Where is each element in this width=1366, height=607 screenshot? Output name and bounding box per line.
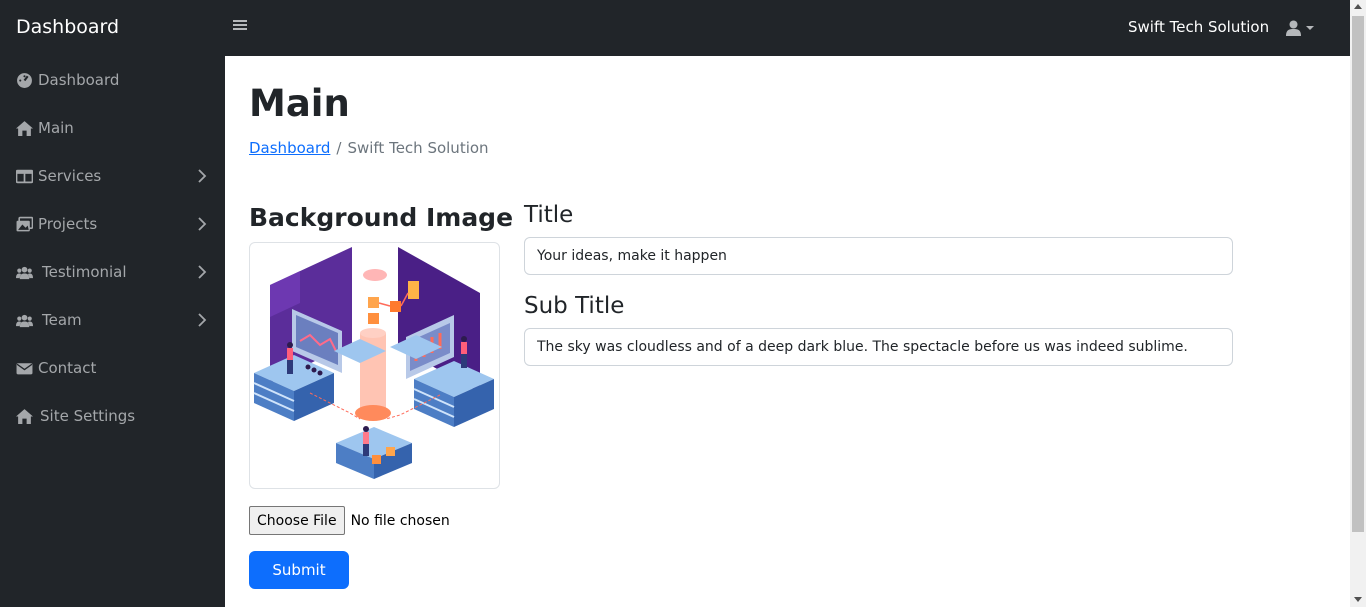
choose-file-button[interactable]: Choose File <box>249 506 345 535</box>
home-icon <box>16 121 33 136</box>
top-navbar: Dashboard Swift Tech Solution <box>0 0 1350 56</box>
sidebar-item-services[interactable]: Services <box>0 154 225 198</box>
user-dropdown[interactable] <box>1286 17 1314 39</box>
images-icon <box>16 216 33 232</box>
chevron-right-icon <box>198 169 207 183</box>
breadcrumb-separator: / <box>336 139 342 157</box>
home-icon <box>16 409 33 424</box>
page-title: Main <box>249 82 350 125</box>
sidebar-item-label: Team <box>42 311 82 329</box>
subtitle-input[interactable] <box>524 328 1233 366</box>
page-scrollbar[interactable] <box>1350 0 1366 607</box>
sidebar-item-dashboard[interactable]: Dashboard <box>0 58 225 102</box>
sidebar-item-label: Main <box>38 119 74 137</box>
chevron-right-icon <box>198 265 207 279</box>
envelope-icon <box>16 363 33 375</box>
chevron-right-icon <box>198 313 207 327</box>
users-icon <box>16 314 33 328</box>
scroll-down-arrow-icon[interactable] <box>1354 597 1362 602</box>
sidebar: Dashboard Main Services Projects Testimo… <box>0 56 225 607</box>
user-icon <box>1286 20 1301 36</box>
sidebar-item-main[interactable]: Main <box>0 106 225 150</box>
title-input[interactable] <box>524 237 1233 275</box>
sidebar-item-label: Services <box>38 167 102 185</box>
sidebar-item-contact[interactable]: Contact <box>0 346 225 390</box>
sidebar-item-site-settings[interactable]: Site Settings <box>0 394 225 438</box>
isometric-illustration <box>253 247 494 479</box>
submit-button[interactable]: Submit <box>249 551 349 589</box>
sidebar-item-label: Contact <box>38 359 97 377</box>
chevron-down-icon <box>1306 26 1314 30</box>
gauge-icon <box>17 73 32 88</box>
background-image-heading: Background Image <box>249 203 514 232</box>
breadcrumb: Dashboard / Swift Tech Solution <box>249 139 489 157</box>
subtitle-label: Sub Title <box>524 293 625 319</box>
users-icon <box>16 266 33 280</box>
navbar-brand[interactable]: Dashboard <box>16 16 119 38</box>
sidebar-item-label: Projects <box>38 215 98 233</box>
sidebar-toggle-icon[interactable] <box>233 18 247 32</box>
file-input: Choose File No file chosen <box>249 506 450 535</box>
breadcrumb-current: Swift Tech Solution <box>347 139 489 157</box>
company-name: Swift Tech Solution <box>1128 18 1270 36</box>
file-status: No file chosen <box>350 512 450 529</box>
background-image-preview <box>249 242 500 489</box>
columns-icon <box>16 169 33 184</box>
breadcrumb-link-dashboard[interactable]: Dashboard <box>249 139 330 157</box>
sidebar-item-team[interactable]: Team <box>0 298 225 342</box>
scroll-up-arrow-icon[interactable] <box>1354 4 1362 9</box>
scroll-thumb[interactable] <box>1352 16 1364 532</box>
chevron-right-icon <box>198 217 207 231</box>
sidebar-item-label: Dashboard <box>38 71 120 89</box>
sidebar-item-testimonial[interactable]: Testimonial <box>0 250 225 294</box>
sidebar-item-label: Site Settings <box>40 407 136 425</box>
sidebar-item-projects[interactable]: Projects <box>0 202 225 246</box>
sidebar-item-label: Testimonial <box>42 263 127 281</box>
title-label: Title <box>524 202 574 228</box>
